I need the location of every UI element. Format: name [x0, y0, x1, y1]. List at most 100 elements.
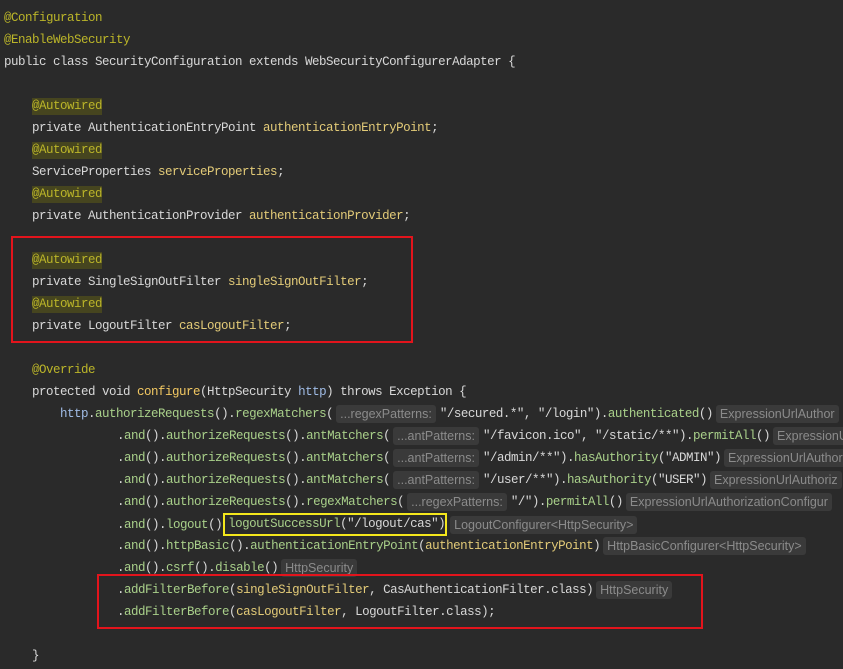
- type-hint: ExpressionU: [773, 426, 843, 445]
- method-call: and: [124, 517, 146, 532]
- code-line[interactable]: .and().authorizeRequests().regexMatchers…: [117, 491, 832, 513]
- code-text: protected void: [32, 385, 138, 399]
- method-call: antMatchers: [306, 429, 384, 443]
- code-text: ().: [194, 561, 216, 575]
- annotation: @Override: [32, 363, 96, 377]
- code-text: ().: [145, 539, 167, 553]
- code-text: ().: [285, 495, 307, 509]
- code-text: ;: [277, 165, 285, 179]
- code-text: (: [326, 407, 334, 421]
- code-line[interactable]: @Configuration: [4, 7, 103, 29]
- code-line[interactable]: .and().authorizeRequests().antMatchers(.…: [117, 469, 842, 491]
- parameter-name: http: [298, 385, 327, 399]
- code-text: (: [383, 429, 391, 443]
- method-call: disable: [215, 561, 265, 575]
- parameter-hint: ...antPatterns:: [393, 470, 479, 489]
- method-call: and: [124, 539, 146, 553]
- closing-brace: }: [32, 649, 40, 663]
- method-call: logoutSuccessUrl: [228, 517, 341, 531]
- code-text: .: [117, 451, 125, 465]
- code-text: ().: [145, 517, 167, 532]
- code-text: (: [397, 495, 405, 509]
- type-hint: ExpressionUrlAuthor: [715, 404, 839, 423]
- type-hint: ExpressionUrlAuthorizationConfigur: [625, 492, 832, 511]
- type-hint: ExpressionUrlAuthori: [724, 448, 843, 467]
- method-call: and: [124, 429, 146, 443]
- code-text: "/").: [510, 495, 547, 509]
- code-line[interactable]: @EnableWebSecurity: [4, 29, 131, 51]
- field-name: serviceProperties: [158, 165, 278, 179]
- field-name: authenticationEntryPoint: [263, 121, 432, 135]
- highlight-box-add-filters: [97, 574, 703, 629]
- code-line[interactable]: }: [32, 645, 40, 667]
- code-text: ;: [431, 121, 439, 135]
- code-line[interactable]: @Autowired: [32, 183, 103, 205]
- method-call: authenticationEntryPoint: [250, 539, 419, 553]
- code-text: .: [117, 517, 125, 532]
- code-text: ().: [285, 451, 307, 465]
- code-editor[interactable]: @Configuration @EnableWebSecurity public…: [0, 0, 843, 669]
- code-text: (): [756, 429, 771, 443]
- code-text: ().: [145, 451, 167, 465]
- method-call: and: [124, 451, 146, 465]
- method-call: and: [124, 473, 146, 487]
- code-text: "/favicon.ico", "/static/**").: [482, 429, 694, 443]
- code-text: private AuthenticationEntryPoint: [32, 121, 264, 135]
- code-text: (: [383, 451, 391, 465]
- field-name: authenticationProvider: [249, 209, 404, 223]
- code-line[interactable]: .and().logout() logoutSuccessUrl("/logout…: [117, 513, 638, 536]
- code-text: .: [117, 473, 125, 487]
- code-line[interactable]: protected void configure(HttpSecurity ht…: [32, 381, 467, 403]
- code-text: "/user/**").: [482, 473, 568, 487]
- code-text: (): [608, 495, 624, 509]
- code-line[interactable]: ServiceProperties serviceProperties;: [32, 161, 285, 183]
- code-text: ServiceProperties: [32, 165, 159, 179]
- code-text: (): [264, 561, 279, 575]
- annotation: @EnableWebSecurity: [4, 33, 131, 47]
- code-text: ("ADMIN"): [658, 451, 722, 465]
- code-text: (): [208, 517, 223, 532]
- method-call: httpBasic: [166, 539, 230, 553]
- parameter-hint: ...regexPatterns:: [407, 492, 507, 511]
- code-line[interactable]: .and().httpBasic().authenticationEntryPo…: [117, 535, 806, 557]
- annotation: @Configuration: [4, 11, 103, 25]
- code-text: .: [117, 495, 125, 509]
- method-call: regexMatchers: [306, 495, 398, 509]
- annotation-highlighted: @Autowired: [32, 98, 103, 115]
- code-line[interactable]: .and().authorizeRequests().antMatchers(.…: [117, 447, 843, 469]
- method-call: hasAuthority: [566, 473, 652, 487]
- method-call: and: [124, 495, 146, 509]
- code-text: (): [698, 407, 714, 421]
- class-declaration: public class SecurityConfiguration exten…: [4, 55, 516, 69]
- type-hint: LogoutConfigurer<HttpSecurity>: [450, 515, 638, 534]
- code-line[interactable]: http.authorizeRequests().regexMatchers(.…: [60, 403, 839, 425]
- code-text: ().: [145, 429, 167, 443]
- code-text: (HttpSecurity: [200, 385, 299, 399]
- method-call: hasAuthority: [573, 451, 659, 465]
- code-text: ("USER"): [650, 473, 708, 487]
- method-call: permitAll: [545, 495, 610, 509]
- code-line[interactable]: .and().authorizeRequests().antMatchers(.…: [117, 425, 843, 447]
- code-line[interactable]: public class SecurityConfiguration exten…: [4, 51, 516, 73]
- highlight-box-logout-url: logoutSuccessUrl("/logout/cas"): [223, 513, 448, 536]
- code-line[interactable]: @Override: [32, 359, 96, 381]
- code-text: private AuthenticationProvider: [32, 209, 250, 223]
- method-name: configure: [137, 385, 201, 399]
- code-text: ().: [214, 407, 236, 421]
- code-text: ().: [229, 539, 251, 553]
- code-text: .: [117, 539, 125, 553]
- code-line[interactable]: @Autowired: [32, 95, 103, 117]
- code-line[interactable]: private AuthenticationProvider authentic…: [32, 205, 411, 227]
- method-call: authorizeRequests: [166, 451, 286, 465]
- code-text: .: [117, 561, 125, 575]
- method-call: antMatchers: [306, 473, 384, 487]
- type-hint: ExpressionUrlAuthoriz: [710, 470, 842, 489]
- parameter-hint: ...antPatterns:: [393, 426, 479, 445]
- code-text: ): [593, 539, 601, 553]
- method-call: authorizeRequests: [166, 429, 286, 443]
- code-line[interactable]: private AuthenticationEntryPoint authent…: [32, 117, 439, 139]
- code-line[interactable]: @Autowired: [32, 139, 103, 161]
- parameter-hint: ...antPatterns:: [393, 448, 479, 467]
- type-hint: HttpBasicConfigurer<HttpSecurity>: [603, 536, 806, 555]
- method-call: regexMatchers: [235, 407, 327, 421]
